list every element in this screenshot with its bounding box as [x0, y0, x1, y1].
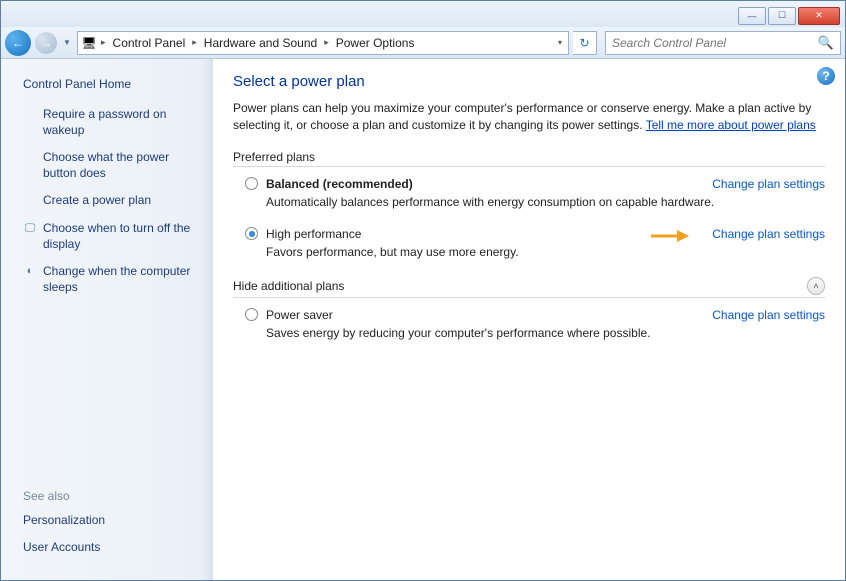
forward-button[interactable]: →: [35, 32, 57, 54]
see-also-label: Personalization: [23, 513, 105, 529]
nav-history-dropdown[interactable]: ▼: [61, 33, 73, 53]
sidebar-link-sleep[interactable]: ◐ Change when the computer sleeps: [23, 264, 201, 295]
plan-description: Automatically balances performance with …: [266, 195, 825, 209]
monitor-icon: 🖵: [23, 221, 37, 252]
page-title: Select a power plan: [233, 73, 825, 90]
sidebar-link-label: Create a power plan: [43, 193, 151, 209]
plan-name: Balanced (recommended): [266, 177, 413, 191]
breadcrumb-control-panel[interactable]: Control Panel: [109, 32, 190, 54]
sidebar-link-display-off[interactable]: 🖵 Choose when to turn off the display: [23, 221, 201, 252]
main-panel: ? Select a power plan Power plans can he…: [213, 59, 845, 580]
help-icon[interactable]: ?: [817, 67, 835, 85]
change-plan-settings-link[interactable]: Change plan settings: [712, 177, 825, 191]
search-icon[interactable]: 🔍: [818, 35, 834, 51]
sidebar-link-label: Choose what the power button does: [43, 150, 201, 181]
intro-text: Power plans can help you maximize your c…: [233, 100, 825, 134]
additional-plans-heading: Hide additional plans ˄: [233, 277, 825, 298]
plan-radio-balanced[interactable]: [245, 177, 258, 190]
refresh-button[interactable]: ↻: [573, 31, 597, 55]
window-titlebar: ― ☐ ✕: [1, 1, 845, 27]
plan-radio-power-saver[interactable]: [245, 308, 258, 321]
close-button[interactable]: ✕: [798, 7, 840, 25]
see-also-user-accounts[interactable]: User Accounts: [23, 540, 201, 556]
breadcrumb-dropdown[interactable]: ▾: [556, 36, 564, 49]
breadcrumb-hardware-sound[interactable]: Hardware and Sound: [200, 32, 321, 54]
sidebar-link-power-button[interactable]: Choose what the power button does: [23, 150, 201, 181]
sidebar-link-require-password[interactable]: Require a password on wakeup: [23, 107, 201, 138]
location-icon: 🖥: [80, 34, 98, 52]
plan-description: Favors performance, but may use more ene…: [266, 245, 825, 259]
sidebar: Control Panel Home Require a password on…: [1, 59, 213, 580]
search-box: 🔍: [605, 31, 841, 55]
see-also-heading: See also: [23, 489, 201, 503]
back-button[interactable]: ←: [5, 30, 31, 56]
navigation-bar: ← → ▼ 🖥 ▸ Control Panel ▸ Hardware and S…: [1, 27, 845, 59]
breadcrumb-power-options[interactable]: Power Options: [332, 32, 419, 54]
see-also-label: User Accounts: [23, 540, 100, 556]
moon-icon: ◐: [23, 264, 37, 295]
plan-description: Saves energy by reducing your computer's…: [266, 326, 825, 340]
content-area: Control Panel Home Require a password on…: [1, 59, 845, 580]
sidebar-icon-blank: [23, 107, 37, 138]
control-panel-home-link[interactable]: Control Panel Home: [23, 77, 201, 91]
preferred-plans-heading: Preferred plans: [233, 150, 825, 167]
section-label: Hide additional plans: [233, 279, 344, 293]
breadcrumb-bar: 🖥 ▸ Control Panel ▸ Hardware and Sound ▸…: [77, 31, 569, 55]
sidebar-link-label: Change when the computer sleeps: [43, 264, 201, 295]
breadcrumb-separator: ▸: [189, 37, 200, 48]
sidebar-icon-blank: [23, 150, 37, 181]
plan-balanced: Balanced (recommended) Change plan setti…: [245, 177, 825, 209]
plan-power-saver: Power saver Change plan settings Saves e…: [245, 308, 825, 340]
breadcrumb-separator: ▸: [98, 37, 109, 48]
search-input[interactable]: [612, 36, 818, 50]
minimize-button[interactable]: ―: [738, 7, 766, 25]
sidebar-link-label: Require a password on wakeup: [43, 107, 201, 138]
change-plan-settings-link[interactable]: Change plan settings: [712, 308, 825, 322]
see-also-personalization[interactable]: Personalization: [23, 513, 201, 529]
maximize-button[interactable]: ☐: [768, 7, 796, 25]
plan-name: Power saver: [266, 308, 333, 322]
plan-high-performance: High performance Change plan settings Fa…: [245, 227, 825, 259]
change-plan-settings-link[interactable]: Change plan settings: [712, 227, 825, 241]
sidebar-icon-blank: [23, 193, 37, 209]
plan-radio-high-performance[interactable]: [245, 227, 258, 240]
section-label: Preferred plans: [233, 150, 315, 164]
plan-name: High performance: [266, 227, 361, 241]
sidebar-link-label: Choose when to turn off the display: [43, 221, 201, 252]
intro-link[interactable]: Tell me more about power plans: [646, 118, 816, 132]
breadcrumb-separator: ▸: [321, 37, 332, 48]
sidebar-link-create-plan[interactable]: Create a power plan: [23, 193, 201, 209]
collapse-button[interactable]: ˄: [807, 277, 825, 295]
